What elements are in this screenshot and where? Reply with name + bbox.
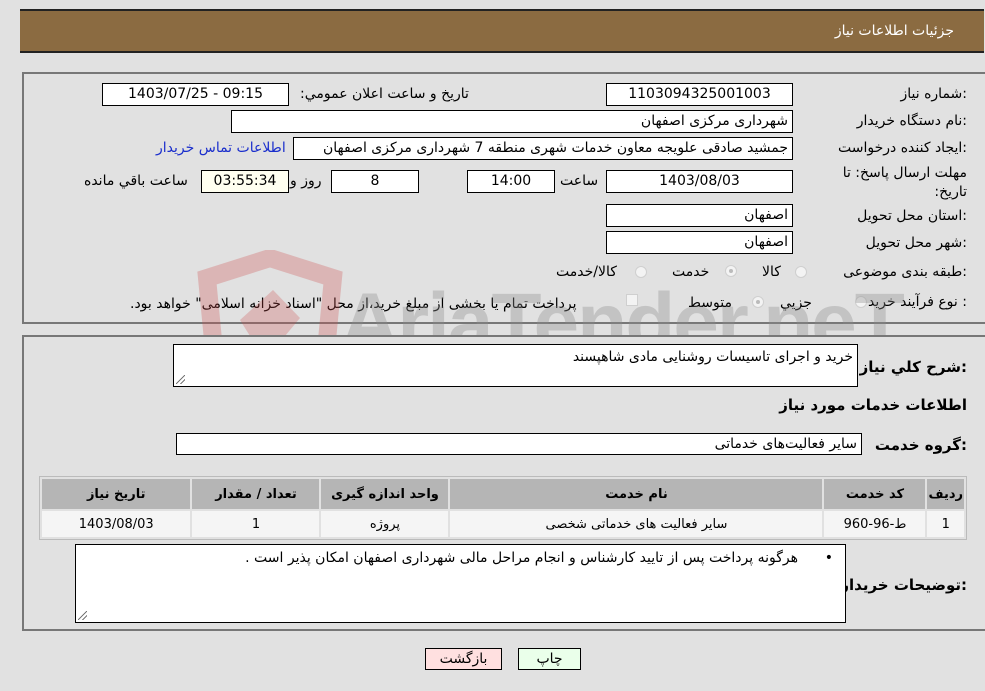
table-row: 1 ط-96-960 سایر فعالیت های خدماتی شخصی پ… [42, 511, 964, 537]
buyer-org-field: شهرداری مرکزی اصفهان [231, 110, 793, 133]
cell-row-number: 1 [927, 511, 964, 537]
summary-text: خرید و اجرای تاسیسات روشنایی مادی شاهپسن… [572, 349, 853, 365]
deadline-date-field: 1403/08/03 [606, 170, 793, 193]
service-group-field: سایر فعالیت‌های خدماتی [176, 433, 862, 455]
city-label: شهر محل تحویل: [865, 235, 967, 251]
page-header: جزئیات اطلاعات نیاز [20, 9, 984, 53]
process-label: نوع فرآیند خرید : [868, 294, 967, 310]
province-label: استان محل تحویل: [857, 208, 967, 224]
treasury-note: پرداخت تمام یا بخشی از مبلغ خرید،از محل … [130, 296, 577, 312]
deadline-time-field: 14:00 [467, 170, 555, 193]
process-radio-medium[interactable] [752, 296, 764, 308]
buyer-org-label: نام دستگاه خریدار: [856, 113, 967, 129]
table-header-row: ردیف کد خدمت نام خدمت واحد اندازه گیری ت… [42, 479, 964, 509]
col-quantity: تعداد / مقدار [192, 479, 320, 509]
col-row-number: ردیف [927, 479, 964, 509]
need-number-field: 1103094325001003 [606, 83, 793, 106]
summary-label: شرح کلي نیاز: [859, 358, 967, 376]
creator-field: جمشید صادقی علویجه معاون خدمات شهری منطق… [293, 137, 793, 160]
process-radio-minor[interactable] [855, 296, 867, 308]
summary-textarea[interactable]: خرید و اجرای تاسیسات روشنایی مادی شاهپسن… [173, 344, 858, 387]
resize-grip-icon[interactable] [176, 375, 185, 384]
cell-service-name: سایر فعالیت های خدماتی شخصی [450, 511, 823, 537]
remaining-label: ساعت باقي مانده [84, 173, 188, 189]
services-heading: اطلاعات خدمات مورد نیاز [779, 396, 967, 414]
category-radio-goods[interactable] [795, 266, 807, 278]
resize-grip-icon[interactable] [78, 611, 87, 620]
days-label: روز و [290, 173, 322, 189]
cell-quantity: 1 [192, 511, 320, 537]
services-table: ردیف کد خدمت نام خدمت واحد اندازه گیری ت… [39, 476, 967, 540]
city-field: اصفهان [606, 231, 793, 254]
buyer-notes-label: توضیحات خریدار: [840, 576, 967, 594]
process-option-medium: متوسط [688, 295, 732, 311]
creator-label: ایجاد کننده درخواست: [838, 140, 967, 156]
buyer-contact-link[interactable]: اطلاعات تماس خریدار [156, 140, 286, 156]
col-service-code: کد خدمت [824, 479, 926, 509]
time-label: ساعت [560, 173, 599, 189]
bullet-icon: • [798, 550, 833, 566]
deadline-label: مهلت ارسال پاسخ: تا تاریخ: [842, 165, 967, 200]
category-option-goods: کالا [762, 264, 781, 280]
print-button[interactable]: چاپ [518, 648, 581, 670]
process-option-minor: جزیي [780, 295, 812, 311]
treasury-checkbox[interactable] [626, 294, 638, 306]
category-option-goods-service: کالا/خدمت [556, 264, 617, 280]
page-title: جزئیات اطلاعات نیاز [834, 23, 954, 39]
cell-need-date: 1403/08/03 [42, 511, 191, 537]
days-remaining-field: 8 [331, 170, 419, 193]
category-option-service: خدمت [672, 264, 710, 280]
col-need-date: تاریخ نیاز [42, 479, 191, 509]
col-unit: واحد اندازه گیری [321, 479, 449, 509]
category-label: طبقه بندی موضوعی: [843, 264, 967, 280]
cell-unit: پروژه [321, 511, 449, 537]
province-field: اصفهان [606, 204, 793, 227]
back-button[interactable]: بازگشت [425, 648, 502, 670]
announce-field: 1403/07/25 - 09:15 [102, 83, 289, 106]
announce-label: تاریخ و ساعت اعلان عمومي: [300, 86, 469, 102]
buyer-notes-textarea[interactable]: • هرگونه پرداخت پس از تایید کارشناس و ان… [75, 544, 846, 623]
remaining-time-field: 03:55:34 [201, 170, 289, 193]
service-group-label: گروه خدمت: [874, 436, 967, 454]
col-service-name: نام خدمت [450, 479, 823, 509]
buyer-notes-text: هرگونه پرداخت پس از تایید کارشناس و انجا… [245, 550, 799, 566]
category-radio-goods-service[interactable] [635, 266, 647, 278]
cell-service-code: ط-96-960 [824, 511, 926, 537]
category-radio-service[interactable] [725, 265, 737, 277]
need-number-label: شماره نیاز: [900, 86, 967, 102]
